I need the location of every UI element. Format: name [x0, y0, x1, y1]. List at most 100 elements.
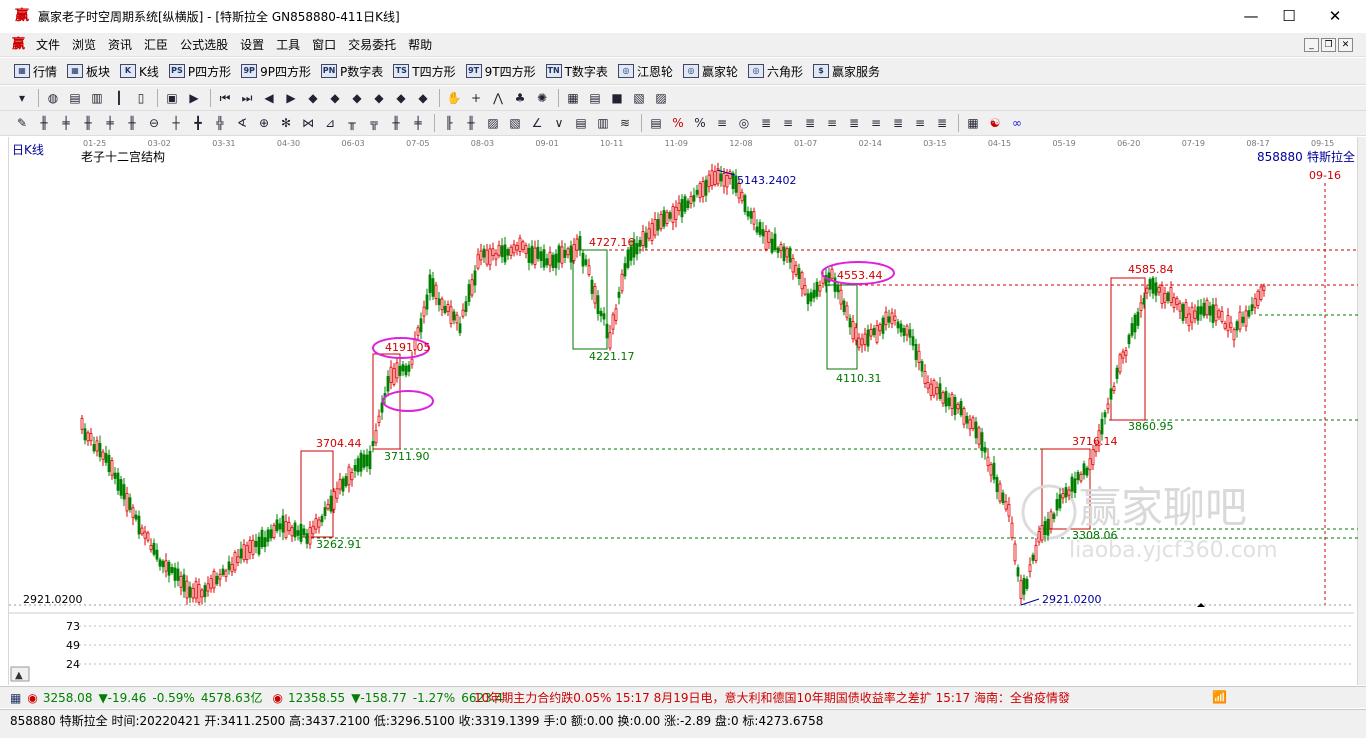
cross-grid-icon[interactable]: ⋈ — [300, 115, 316, 131]
lines-1-icon[interactable]: ┼ — [168, 115, 184, 131]
line-tool-2-icon[interactable]: ╥ — [344, 115, 360, 131]
maximize-button[interactable]: ☐ — [1266, 0, 1312, 32]
indicator-icon[interactable]: ▣ — [164, 90, 180, 106]
kline-chart[interactable]: 01-25 03-02 03-31 04-30 06-03 07-05 08-03 09-01… — [9, 137, 1359, 685]
bars-2-icon[interactable]: ≣ — [758, 115, 774, 131]
menu-info[interactable]: 资讯 — [102, 33, 138, 57]
book-icon[interactable]: ▤ — [67, 90, 83, 106]
bars-5-icon[interactable]: ≡ — [824, 115, 840, 131]
grid-1-icon[interactable]: ╫ — [36, 115, 52, 131]
percent-red-icon[interactable]: % — [670, 115, 686, 131]
menu-trade[interactable]: 交易委托 — [342, 33, 402, 57]
nav-gann-wheel[interactable]: ◎ 江恩轮 — [617, 63, 673, 80]
menu-settings[interactable]: 设置 — [234, 33, 270, 57]
diamond-3-icon[interactable]: ◆ — [349, 90, 365, 106]
candle-dropdown-icon[interactable]: ▯ — [133, 90, 149, 106]
diamond-1-icon[interactable]: ◆ — [305, 90, 321, 106]
table-1-icon[interactable]: ▤ — [573, 115, 589, 131]
bars-10-icon[interactable]: ≣ — [934, 115, 950, 131]
grid-5-icon[interactable]: ╫ — [124, 115, 140, 131]
bars-4-icon[interactable]: ≣ — [802, 115, 818, 131]
nav-t-square[interactable]: TS T四方形 — [393, 63, 456, 80]
menu-file[interactable]: 文件 — [30, 33, 66, 57]
zigzag-icon[interactable]: ⋀ — [490, 90, 506, 106]
line-tool-5-icon[interactable]: ╪ — [410, 115, 426, 131]
nav-9p-square[interactable]: 9P 9P四方形 — [241, 63, 311, 80]
table-grid-icon[interactable]: ▦ — [965, 115, 981, 131]
line-tool-4-icon[interactable]: ╫ — [388, 115, 404, 131]
nav-winner-service[interactable]: $ 赢家服务 — [812, 63, 880, 80]
table-2-icon[interactable]: ▥ — [595, 115, 611, 131]
grid-icon[interactable]: ▦ — [10, 691, 21, 705]
nav-winner-wheel[interactable]: ◎ 赢家轮 — [682, 63, 738, 80]
calendar-icon[interactable]: ▦ — [565, 90, 581, 106]
crosshair-icon[interactable]: + — [468, 90, 484, 106]
diamond-5-icon[interactable]: ◆ — [393, 90, 409, 106]
lines-2-icon[interactable]: ╋ — [190, 115, 206, 131]
period-dropdown-icon[interactable]: ▾ — [14, 90, 30, 106]
hand-icon[interactable]: ✋ — [446, 90, 462, 106]
mdi-close-button[interactable]: ✕ — [1338, 38, 1353, 52]
globe-icon[interactable]: ◍ — [45, 90, 61, 106]
box-1-icon[interactable]: ▨ — [485, 115, 501, 131]
circle-line-icon[interactable]: ⊖ — [146, 115, 162, 131]
export-icon[interactable]: ▨ — [653, 90, 669, 106]
vline-1-icon[interactable]: ╟ — [441, 115, 457, 131]
diamond-6-icon[interactable]: ◆ — [415, 90, 431, 106]
flag-icon[interactable]: ▶ — [186, 90, 202, 106]
print-icon[interactable]: ▧ — [631, 90, 647, 106]
nav-sector[interactable]: ▦ 板块 — [67, 63, 110, 80]
vertical-scrollbar[interactable] — [1358, 137, 1366, 685]
diamond-2-icon[interactable]: ◆ — [327, 90, 343, 106]
line-tool-1-icon[interactable]: ⊿ — [322, 115, 338, 131]
next-icon[interactable]: ▶ — [283, 90, 299, 106]
tree-icon[interactable]: ♣ — [512, 90, 528, 106]
save-icon[interactable]: ■ — [609, 90, 625, 106]
wave-icon[interactable]: ≋ — [617, 115, 633, 131]
yinyang-icon[interactable]: ☯ — [987, 115, 1003, 131]
nav-hexagon[interactable]: ◎ 六角形 — [747, 63, 803, 80]
diamond-4-icon[interactable]: ◆ — [371, 90, 387, 106]
box-2-icon[interactable]: ▧ — [507, 115, 523, 131]
bars-1-icon[interactable]: ≡ — [714, 115, 730, 131]
web-icon[interactable]: ✻ — [278, 115, 294, 131]
grid-2-icon[interactable]: ╪ — [58, 115, 74, 131]
target-icon[interactable]: ⊕ — [256, 115, 272, 131]
chart-save-icon[interactable]: ▤ — [587, 90, 603, 106]
text-tool-icon[interactable]: ▤ — [648, 115, 664, 131]
nav-p-square[interactable]: PS P四方形 — [168, 63, 231, 80]
close-button[interactable]: ✕ — [1312, 0, 1358, 32]
bar-chart-icon[interactable]: ▥ — [89, 90, 105, 106]
kline-chart-panel[interactable]: 01-25 03-02 03-31 04-30 06-03 07-05 08-03 09-01… — [8, 137, 1359, 685]
mdi-restore-button[interactable]: ❐ — [1321, 38, 1336, 52]
bars-6-icon[interactable]: ≣ — [846, 115, 862, 131]
menu-help[interactable]: 帮助 — [402, 33, 438, 57]
nav-p-number-table[interactable]: PN P数字表 — [321, 63, 383, 80]
lines-3-icon[interactable]: ╬ — [212, 115, 228, 131]
angle-1-icon[interactable]: ∠ — [529, 115, 545, 131]
kline-chart-icon[interactable]: ┃ — [111, 90, 127, 106]
prev-icon[interactable]: ◀ — [261, 90, 277, 106]
bars-8-icon[interactable]: ≣ — [890, 115, 906, 131]
angle-2-icon[interactable]: ∨ — [551, 115, 567, 131]
menu-huichen[interactable]: 汇臣 — [138, 33, 174, 57]
vline-2-icon[interactable]: ╫ — [463, 115, 479, 131]
bars-3-icon[interactable]: ≡ — [780, 115, 796, 131]
pattern-icon[interactable]: ✺ — [534, 90, 550, 106]
last-icon[interactable]: ⏭ — [239, 90, 255, 106]
first-icon[interactable]: ⏮ — [217, 90, 233, 106]
grid-4-icon[interactable]: ╪ — [102, 115, 118, 131]
menu-browse[interactable]: 浏览 — [66, 33, 102, 57]
grid-3-icon[interactable]: ╫ — [80, 115, 96, 131]
nav-quotes[interactable]: ▦ 行情 — [14, 63, 57, 80]
nav-kline[interactable]: K K线 — [120, 63, 159, 80]
nav-9t-square[interactable]: 9T 9T四方形 — [465, 63, 536, 80]
coin-icon[interactable]: ◎ — [736, 115, 752, 131]
menu-formula[interactable]: 公式选股 — [174, 33, 234, 57]
percent-icon[interactable]: % — [692, 115, 708, 131]
mdi-minimize-button[interactable]: _ — [1304, 38, 1319, 52]
news-ticker[interactable]: 10年期主力合约跌0.05% 15:17 8月19日电，意大利和德国10年期国债… — [474, 690, 1214, 706]
bars-9-icon[interactable]: ≡ — [912, 115, 928, 131]
nav-t-number-table[interactable]: TN T数字表 — [545, 63, 608, 80]
bars-7-icon[interactable]: ≡ — [868, 115, 884, 131]
